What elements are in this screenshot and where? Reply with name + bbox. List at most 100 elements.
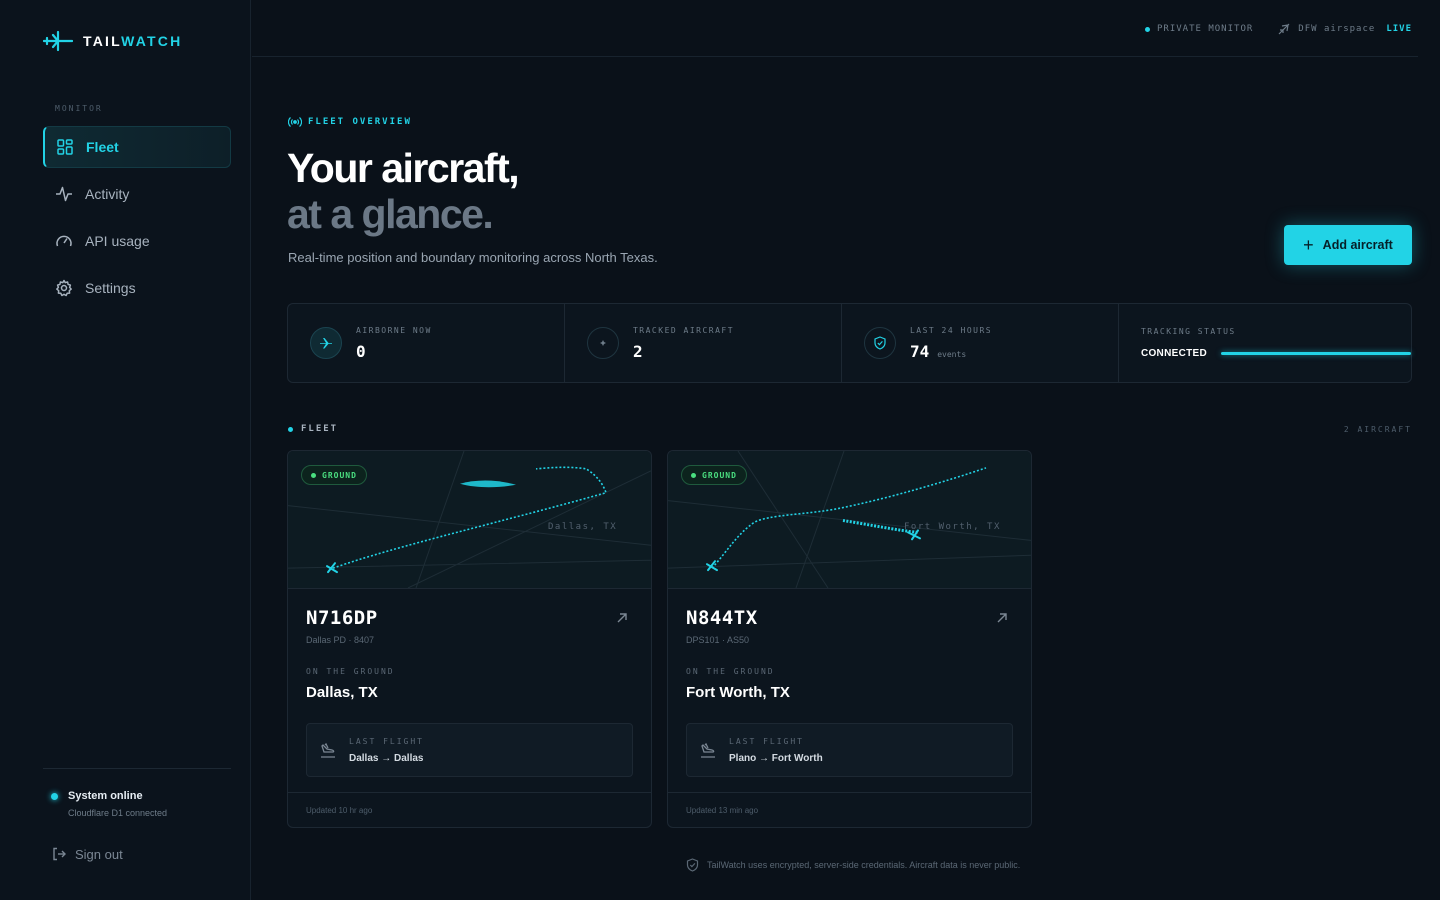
grid-icon	[57, 139, 73, 155]
aircraft-card[interactable]: GROUND Fort Worth, TX N844TX DPS101 · AS…	[667, 450, 1032, 828]
events-icon-wrap	[863, 327, 896, 359]
system-status: System online Cloudflare D1 connected	[51, 790, 167, 818]
stat-tracked: TRACKED AIRCRAFT 2	[565, 304, 842, 382]
airspace-label: DFW airspace	[1298, 24, 1376, 34]
aircraft-card[interactable]: GROUND Dallas, TX N716DP Dallas PD · 840…	[287, 450, 652, 828]
last-flight-route: Dallas → Dallas	[349, 752, 424, 764]
plane-icon	[43, 30, 73, 52]
fleet-section-header: FLEET	[288, 424, 338, 434]
top-bar: PRIVATE MONITOR DFW airspace LIVE	[252, 0, 1418, 57]
status-badge: GROUND	[681, 465, 747, 485]
landing-icon	[321, 742, 335, 758]
add-aircraft-label: Add aircraft	[1322, 238, 1393, 252]
last-flight-label: LAST FLIGHT	[729, 736, 804, 746]
shield-check-icon	[874, 336, 886, 350]
stat-tracking-status: TRACKING STATUS CONNECTED	[1119, 304, 1411, 382]
map-city-label: Fort Worth, TX	[904, 522, 1001, 532]
section-eyebrow: FLEET OVERVIEW	[288, 116, 412, 128]
gauge-icon	[56, 235, 72, 247]
stat-value: 74 events	[910, 342, 992, 361]
last-flight-route: Plano → Fort Worth	[729, 752, 823, 764]
add-aircraft-button[interactable]: + Add aircraft	[1284, 225, 1412, 265]
plane-icon	[1278, 23, 1290, 35]
stat-label: AIRBORNE NOW	[356, 325, 432, 335]
card-updated: Updated 10 hr ago	[288, 792, 651, 827]
private-monitor-indicator: PRIVATE MONITOR	[1145, 24, 1253, 34]
map-city-label: Dallas, TX	[548, 522, 618, 532]
card-body: N716DP Dallas PD · 8407 ON THE GROUND Da…	[306, 607, 633, 777]
last-flight-label: LAST FLIGHT	[349, 736, 424, 746]
title-line-1: Your aircraft,	[287, 145, 520, 191]
stat-last-24h: LAST 24 HOURS 74 events	[842, 304, 1119, 382]
status-dot	[1145, 26, 1150, 32]
badge-label: GROUND	[322, 470, 357, 480]
title-line-2: at a glance.	[287, 191, 494, 237]
fleet-label: FLEET	[301, 424, 339, 434]
state-label: ON THE GROUND	[686, 667, 775, 676]
sidebar-item-api-usage[interactable]: API usage	[43, 220, 231, 262]
sidebar-item-label: API usage	[85, 233, 150, 249]
sidebar-item-label: Fleet	[86, 139, 119, 155]
footnote-text: TailWatch uses encrypted, server-side cr…	[707, 860, 1021, 870]
sidebar-item-label: Settings	[85, 280, 136, 296]
section-dot	[288, 426, 293, 432]
badge-dot	[311, 472, 316, 478]
tail-number: N844TX	[686, 607, 758, 629]
aircraft-model: DPS101 · AS50	[686, 635, 750, 645]
sidebar-item-fleet[interactable]: Fleet	[43, 126, 231, 168]
stat-airborne: AIRBORNE NOW 0	[288, 304, 565, 382]
aircraft-location: Dallas, TX	[306, 684, 378, 701]
sign-out-icon	[53, 847, 66, 861]
sign-out-label: Sign out	[75, 846, 123, 862]
live-badge: LIVE	[1386, 24, 1412, 34]
status-dot	[51, 792, 58, 800]
state-label: ON THE GROUND	[306, 667, 395, 676]
status-title: System online	[68, 790, 143, 802]
nav-section-label: MONITOR	[55, 104, 103, 113]
last-flight-box: LAST FLIGHT Dallas → Dallas	[306, 723, 633, 777]
sidebar-nav: Fleet Activity API usage Settings	[43, 126, 231, 314]
arrow-up-right-icon[interactable]	[995, 611, 1009, 625]
shield-check-icon	[686, 858, 699, 872]
sidebar-item-activity[interactable]: Activity	[43, 173, 231, 215]
stat-label: TRACKED AIRCRAFT	[632, 325, 735, 335]
tail-number: N716DP	[306, 607, 378, 629]
status-badge: GROUND	[301, 465, 367, 485]
flight-track-map: GROUND Fort Worth, TX	[668, 451, 1031, 589]
crosshair-icon	[599, 340, 606, 346]
stat-value: 2	[632, 341, 643, 361]
aircraft-model: Dallas PD · 8407	[306, 635, 375, 645]
tracked-icon-wrap	[586, 327, 619, 359]
events-count: 74	[909, 341, 930, 361]
brand-name: TAILWATCH	[83, 33, 183, 49]
sidebar-item-settings[interactable]: Settings	[43, 267, 231, 309]
eyebrow-label: FLEET OVERVIEW	[308, 117, 412, 127]
brand-logo[interactable]: TAILWATCH	[43, 29, 182, 53]
fleet-count: 2 AIRCRAFT	[1343, 425, 1412, 434]
flight-track-map: GROUND Dallas, TX	[288, 451, 651, 589]
security-footnote: TailWatch uses encrypted, server-side cr…	[686, 858, 1020, 872]
tracking-status-bar	[1221, 352, 1411, 355]
private-monitor-label: PRIVATE MONITOR	[1157, 24, 1254, 34]
badge-label: GROUND	[702, 470, 737, 480]
airspace-indicator: DFW airspace LIVE	[1277, 22, 1412, 36]
page-subtitle: Real-time position and boundary monitori…	[288, 250, 658, 265]
arrow-up-right-icon[interactable]	[615, 611, 629, 625]
sidebar: TAILWATCH MONITOR Fleet Activity API usa…	[0, 0, 251, 900]
activity-icon	[56, 186, 72, 202]
aircraft-location: Fort Worth, TX	[686, 684, 790, 701]
stats-panel: AIRBORNE NOW 0 TRACKED AIRCRAFT 2 LAST 2…	[287, 303, 1412, 383]
broadcast-icon	[288, 117, 302, 127]
card-body: N844TX DPS101 · AS50 ON THE GROUND Fort …	[686, 607, 1013, 777]
sidebar-divider	[43, 768, 231, 769]
stat-value: 0	[356, 341, 366, 361]
plane-icon	[320, 338, 332, 349]
tracking-status-value: CONNECTED	[1140, 348, 1207, 359]
airborne-icon-wrap	[310, 327, 342, 359]
landing-icon	[701, 742, 715, 758]
sidebar-item-label: Activity	[85, 186, 130, 202]
sign-out-button[interactable]: Sign out	[51, 846, 123, 862]
page-title: Your aircraft, at a glance.	[287, 145, 520, 237]
gear-icon	[56, 279, 72, 297]
stat-label: TRACKING STATUS	[1140, 327, 1236, 336]
